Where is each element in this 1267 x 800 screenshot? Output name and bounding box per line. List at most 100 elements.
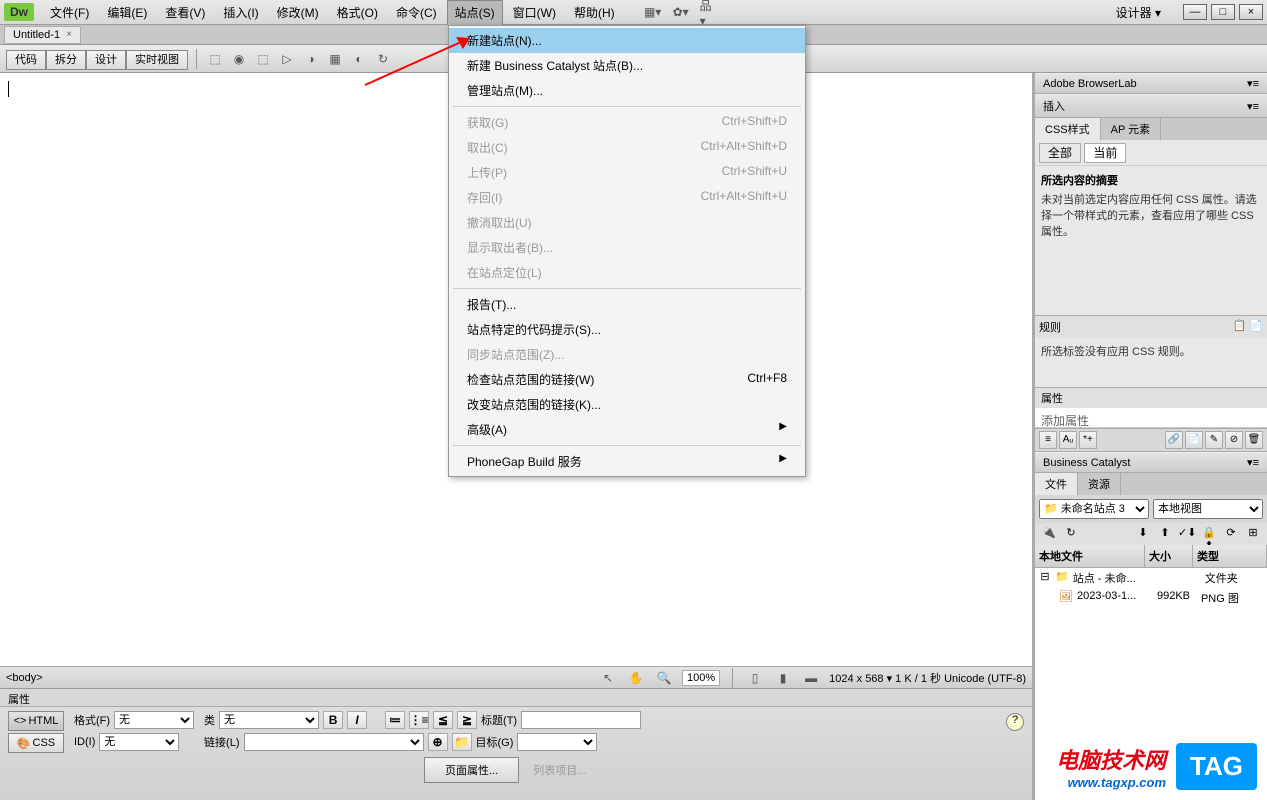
folder-icon[interactable]: 📁 xyxy=(452,733,472,751)
bc-panel-header[interactable]: Business Catalyst▾≡ xyxy=(1035,452,1267,473)
hand-icon[interactable]: ✋ xyxy=(626,668,646,688)
bold-button[interactable]: B xyxy=(323,711,343,729)
pointer-icon[interactable]: ↖ xyxy=(598,668,618,688)
workspace-icon[interactable]: 品▾ xyxy=(699,2,719,22)
link-pick-icon[interactable]: ⊕ xyxy=(428,733,448,751)
page-properties-button[interactable]: 页面属性... xyxy=(424,757,519,783)
assets-tab[interactable]: 资源 xyxy=(1078,473,1121,495)
view-button[interactable]: 代码 xyxy=(6,50,46,70)
tool-icon[interactable]: ⬚ xyxy=(253,49,273,69)
phone-icon[interactable]: ▮ xyxy=(773,668,793,688)
tool-icon[interactable]: ◐ xyxy=(349,49,369,69)
zoom-icon[interactable]: 🔍 xyxy=(654,668,674,688)
css-icon[interactable]: Aᵤ xyxy=(1059,431,1077,449)
italic-button[interactable]: I xyxy=(347,711,367,729)
menu-item[interactable]: 管理站点(M)... xyxy=(449,78,805,103)
tool-icon[interactable]: ▦ xyxy=(325,49,345,69)
tree-collapse-icon[interactable]: ⊟ xyxy=(1039,570,1051,586)
view-mode-select[interactable]: 本地视图 xyxy=(1153,499,1263,519)
view-button[interactable]: 实时视图 xyxy=(126,50,188,70)
menu-item[interactable]: 检查站点范围的链接(W)Ctrl+F8 xyxy=(449,367,805,392)
current-button[interactable]: 当前 xyxy=(1084,143,1126,163)
maximize-button[interactable]: □ xyxy=(1211,4,1235,20)
col-type[interactable]: 类型 xyxy=(1193,545,1267,567)
menu-item[interactable]: 高级(A)▶ xyxy=(449,417,805,442)
col-local-files[interactable]: 本地文件 xyxy=(1035,545,1145,567)
site-select[interactable]: 📁 未命名站点 3 xyxy=(1039,499,1149,519)
title-input[interactable] xyxy=(521,711,641,729)
checkout-icon[interactable]: ✓⬇ xyxy=(1177,525,1197,543)
all-button[interactable]: 全部 xyxy=(1039,143,1081,163)
connect-icon[interactable]: 🔌 xyxy=(1039,525,1059,543)
menu-修改[interactable]: 修改(M) xyxy=(269,0,327,25)
css-icon[interactable]: *+ xyxy=(1079,431,1097,449)
settings-icon[interactable]: ✿▾ xyxy=(671,2,691,22)
css-icon[interactable]: ≡ xyxy=(1039,431,1057,449)
document-tab[interactable]: Untitled-1 × xyxy=(4,26,81,44)
tool-icon[interactable]: ⬚ xyxy=(205,49,225,69)
browserlab-panel-header[interactable]: Adobe BrowserLab▾≡ xyxy=(1035,73,1267,94)
insert-panel-header[interactable]: 插入▾≡ xyxy=(1035,94,1267,118)
view-button[interactable]: 设计 xyxy=(86,50,126,70)
ol-button[interactable]: ⋮≡ xyxy=(409,711,429,729)
css-delete-icon[interactable]: 🗑 xyxy=(1245,431,1263,449)
minimize-button[interactable]: — xyxy=(1183,4,1207,20)
tool-icon[interactable]: ▷ xyxy=(277,49,297,69)
layout-icon[interactable]: ▦▾ xyxy=(643,2,663,22)
menu-item[interactable]: 站点特定的代码提示(S)... xyxy=(449,317,805,342)
menu-命令[interactable]: 命令(C) xyxy=(388,0,445,25)
sync-icon[interactable]: ⟳ xyxy=(1221,525,1241,543)
ap-elements-tab[interactable]: AP 元素 xyxy=(1101,118,1162,140)
tool-icon[interactable]: ◉ xyxy=(229,49,249,69)
rule-icon[interactable]: 📋 📄 xyxy=(1233,319,1263,335)
target-select[interactable] xyxy=(517,733,597,751)
file-row[interactable]: ⊟ 📁 站点 - 未命... 文件夹 xyxy=(1035,568,1267,588)
get-icon[interactable]: ⬇ xyxy=(1133,525,1153,543)
class-select[interactable]: 无 xyxy=(219,711,319,729)
tablet-icon[interactable]: ▯ xyxy=(745,668,765,688)
tag-path[interactable]: <body> xyxy=(6,672,598,684)
file-row[interactable]: 🖼 2023-03-1... 992KB PNG 图 xyxy=(1035,588,1267,608)
col-size[interactable]: 大小 xyxy=(1145,545,1193,567)
checkin-icon[interactable]: 🔒⬆ xyxy=(1199,525,1219,543)
menu-查看[interactable]: 查看(V) xyxy=(157,0,213,25)
menu-item[interactable]: 新建 Business Catalyst 站点(B)... xyxy=(449,53,805,78)
zoom-select[interactable]: 100% xyxy=(682,670,720,686)
menu-编辑[interactable]: 编辑(E) xyxy=(99,0,155,25)
close-tab-icon[interactable]: × xyxy=(66,29,72,40)
expand-icon[interactable]: ⊞ xyxy=(1243,525,1263,543)
outdent-button[interactable]: ≦ xyxy=(433,711,453,729)
view-button[interactable]: 拆分 xyxy=(46,50,86,70)
menu-item[interactable]: 改变站点范围的链接(K)... xyxy=(449,392,805,417)
css-mode-button[interactable]: 🎨 CSS xyxy=(8,733,64,753)
menu-帮助[interactable]: 帮助(H) xyxy=(566,0,623,25)
css-disable-icon[interactable]: ⊘ xyxy=(1225,431,1243,449)
css-styles-tab[interactable]: CSS样式 xyxy=(1035,118,1101,140)
menu-item[interactable]: 新建站点(N)... xyxy=(449,28,805,53)
menu-站点[interactable]: 站点(S) xyxy=(447,0,503,25)
css-new-icon[interactable]: 📄 xyxy=(1185,431,1203,449)
menu-窗口[interactable]: 窗口(W) xyxy=(505,0,564,25)
desktop-icon[interactable]: ▬ xyxy=(801,668,821,688)
menu-格式[interactable]: 格式(O) xyxy=(329,0,386,25)
menu-item[interactable]: 报告(T)... xyxy=(449,292,805,317)
css-edit-icon[interactable]: ✎ xyxy=(1205,431,1223,449)
put-icon[interactable]: ⬆ xyxy=(1155,525,1175,543)
designer-label[interactable]: 设计器 ▾ xyxy=(1108,2,1169,23)
css-link-icon[interactable]: 🔗 xyxy=(1165,431,1183,449)
tool-icon[interactable]: ◑ xyxy=(301,49,321,69)
menu-插入[interactable]: 插入(I) xyxy=(215,0,266,25)
menu-文件[interactable]: 文件(F) xyxy=(42,0,97,25)
list-button[interactable]: ≔ xyxy=(385,711,405,729)
id-select[interactable]: 无 xyxy=(99,733,179,751)
indent-button[interactable]: ≧ xyxy=(457,711,477,729)
refresh-icon[interactable]: ↻ xyxy=(1061,525,1081,543)
format-select[interactable]: 无 xyxy=(114,711,194,729)
html-mode-button[interactable]: <> HTML xyxy=(8,711,64,731)
close-button[interactable]: × xyxy=(1239,4,1263,20)
refresh-icon[interactable]: ↻ xyxy=(373,49,393,69)
files-tab[interactable]: 文件 xyxy=(1035,473,1078,495)
help-icon[interactable]: ? xyxy=(1006,713,1024,731)
link-select[interactable] xyxy=(244,733,424,751)
menu-item[interactable]: PhoneGap Build 服务▶ xyxy=(449,449,805,474)
